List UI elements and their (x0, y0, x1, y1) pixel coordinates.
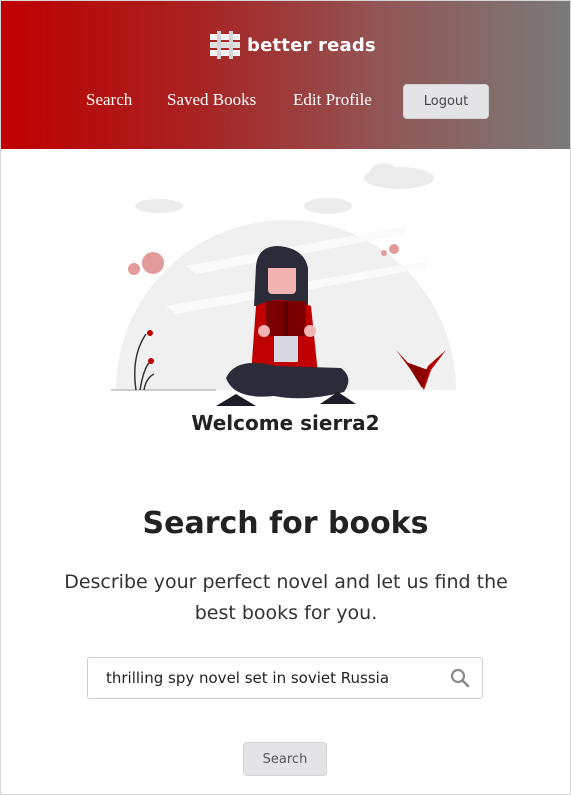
woman-reading-book-illustration (111, 163, 456, 406)
nav-link-saved-books[interactable]: Saved Books (167, 90, 256, 110)
page-title: Search for books (142, 506, 429, 541)
brand-logo[interactable]: better reads (209, 31, 376, 59)
nav-link-edit-profile[interactable]: Edit Profile (293, 90, 372, 110)
brand-name: better reads (247, 34, 376, 56)
search-input[interactable] (88, 658, 446, 698)
search-icon[interactable] (450, 668, 470, 688)
search-field[interactable] (87, 657, 483, 699)
bookshelf-logo-icon (210, 31, 240, 59)
search-button[interactable]: Search (243, 742, 327, 776)
page-subtitle: Describe your perfect novel and let us f… (64, 571, 508, 624)
top-header: better reads Search Saved Books Edit Pro… (1, 1, 570, 149)
nav-link-search[interactable]: Search (86, 90, 132, 110)
logout-button[interactable]: Logout (403, 84, 489, 119)
main-nav: Search Saved Books Edit Profile Logout (1, 84, 570, 120)
welcome-message: Welcome sierra2 (191, 411, 380, 435)
app-frame: better reads Search Saved Books Edit Pro… (0, 0, 571, 795)
